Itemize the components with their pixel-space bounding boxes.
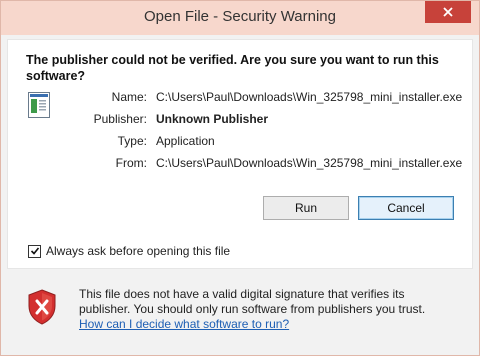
publisher-value: Unknown Publisher — [156, 112, 269, 126]
name-label: Name: — [111, 90, 147, 104]
name-value: C:\Users\Paul\Downloads\Win_325798_mini_… — [156, 90, 463, 104]
close-button[interactable] — [425, 1, 471, 23]
detail-row-from: From: C:\Users\Paul\Downloads\Win_325798… — [68, 156, 468, 174]
warning-area: This file does not have a valid digital … — [7, 277, 473, 349]
help-link[interactable]: How can I decide what software to run? — [79, 317, 289, 331]
detail-row-name: Name: C:\Users\Paul\Downloads\Win_325798… — [68, 90, 468, 108]
warning-text: This file does not have a valid digital … — [79, 287, 426, 316]
close-icon — [443, 7, 453, 17]
detail-row-publisher: Publisher: Unknown Publisher — [68, 112, 468, 130]
application-file-icon — [28, 92, 50, 118]
from-value: C:\Users\Paul\Downloads\Win_325798_mini_… — [156, 156, 463, 170]
checkmark-icon — [30, 247, 39, 255]
always-ask-checkbox-row[interactable]: Always ask before opening this file — [28, 243, 230, 259]
always-ask-label[interactable]: Always ask before opening this file — [46, 244, 230, 258]
security-warning-dialog: Open File - Security Warning The publish… — [0, 0, 480, 356]
cancel-button[interactable]: Cancel — [358, 196, 454, 220]
run-button[interactable]: Run — [263, 196, 349, 220]
detail-row-type: Type: Application — [68, 134, 468, 152]
always-ask-checkbox[interactable] — [28, 244, 41, 258]
type-label: Type: — [117, 134, 147, 148]
from-label: From: — [115, 156, 147, 170]
window-title: Open File - Security Warning — [143, 8, 336, 25]
publisher-label: Publisher: — [93, 112, 147, 126]
warning-message: This file does not have a valid digital … — [79, 287, 459, 332]
security-shield-icon — [28, 289, 56, 325]
title-bar[interactable]: Open File - Security Warning — [1, 1, 479, 35]
question-text: The publisher could not be verified. Are… — [26, 53, 439, 83]
type-value: Application — [156, 134, 215, 148]
dialog-content: The publisher could not be verified. Are… — [7, 39, 473, 269]
